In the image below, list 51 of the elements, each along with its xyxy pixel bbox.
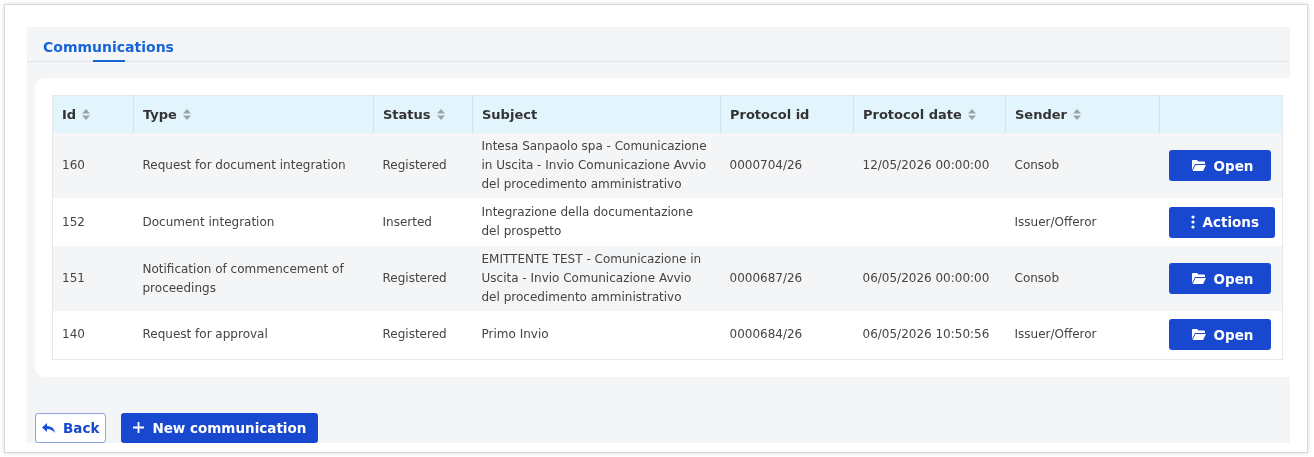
table-cell: Integrazione della documentazione del prospetto bbox=[481, 205, 694, 238]
table-cell: 12/05/2026 00:00:00 bbox=[862, 158, 990, 172]
table-cell: Inserted bbox=[382, 214, 432, 229]
table-cell: 140 bbox=[62, 327, 85, 342]
column-header[interactable]: Id bbox=[52, 95, 134, 133]
sort-icon bbox=[1072, 109, 1081, 120]
folder-icon bbox=[1191, 273, 1206, 284]
table-cell: Registered bbox=[382, 327, 447, 342]
table-cell: 06/05/2026 10:50:56 bbox=[862, 327, 990, 342]
column-header[interactable]: Protocol date bbox=[853, 95, 1006, 133]
sort-icon bbox=[436, 109, 445, 120]
table-cell: Consob bbox=[1014, 271, 1060, 285]
table-cell: EMITTENTE TEST - Comunicazione in Uscita - Invio Comunicazione Avvio del procedimento amministrativo bbox=[481, 252, 702, 304]
table-cell: 0000684/26 bbox=[729, 327, 803, 342]
column-header[interactable]: Sender bbox=[1005, 95, 1160, 133]
sort-icon bbox=[967, 109, 976, 120]
column-header: Subject bbox=[472, 95, 721, 133]
open-button[interactable]: Open bbox=[1168, 263, 1271, 294]
table-cell: 152 bbox=[62, 214, 85, 229]
tab[interactable]: Communications bbox=[43, 27, 174, 61]
table-cell: Consob bbox=[1014, 158, 1060, 172]
table-cell: 0000704/26 bbox=[729, 158, 803, 172]
sort-icon bbox=[82, 109, 91, 120]
column-header: Protocol id bbox=[720, 95, 854, 133]
column-header[interactable]: Status bbox=[373, 95, 473, 133]
kebab-icon bbox=[1190, 215, 1195, 229]
folder-icon bbox=[1191, 329, 1206, 341]
sort-icon bbox=[182, 109, 191, 120]
table-cell: Issuer/Offeror bbox=[1014, 214, 1097, 229]
plus-icon bbox=[133, 422, 145, 433]
table-cell: Issuer/Offeror bbox=[1014, 327, 1097, 342]
table-cell: 151 bbox=[62, 271, 85, 285]
actions-button[interactable]: Actions bbox=[1168, 206, 1275, 238]
open-button[interactable]: Open bbox=[1168, 150, 1271, 181]
table-cell: 06/05/2026 00:00:00 bbox=[862, 271, 990, 285]
table-cell: Request for approval bbox=[142, 327, 268, 342]
table-cell: Notification of commencement of proceedings bbox=[142, 261, 344, 295]
folder-icon bbox=[1191, 160, 1206, 171]
table-cell: Document integration bbox=[142, 214, 275, 229]
open-button[interactable]: Open bbox=[1168, 319, 1271, 351]
new-communication-button[interactable]: New communication bbox=[121, 412, 319, 443]
column-header[interactable]: Type bbox=[133, 95, 374, 133]
reply-arrow-icon bbox=[42, 422, 55, 433]
table-cell: Registered bbox=[382, 271, 447, 285]
table-cell: 0000687/26 bbox=[729, 271, 803, 285]
table-cell: Intesa Sanpaolo spa - Comunicazione in Uscita - Invio Comunicazione Avvio del procedimento amministrativo bbox=[481, 139, 707, 191]
table-cell: 160 bbox=[62, 158, 85, 172]
back-button[interactable]: Back bbox=[35, 412, 107, 443]
table-cell: Request for document integration bbox=[142, 158, 346, 172]
table-cell: Primo Invio bbox=[481, 327, 549, 342]
table-cell: Registered bbox=[382, 158, 447, 172]
